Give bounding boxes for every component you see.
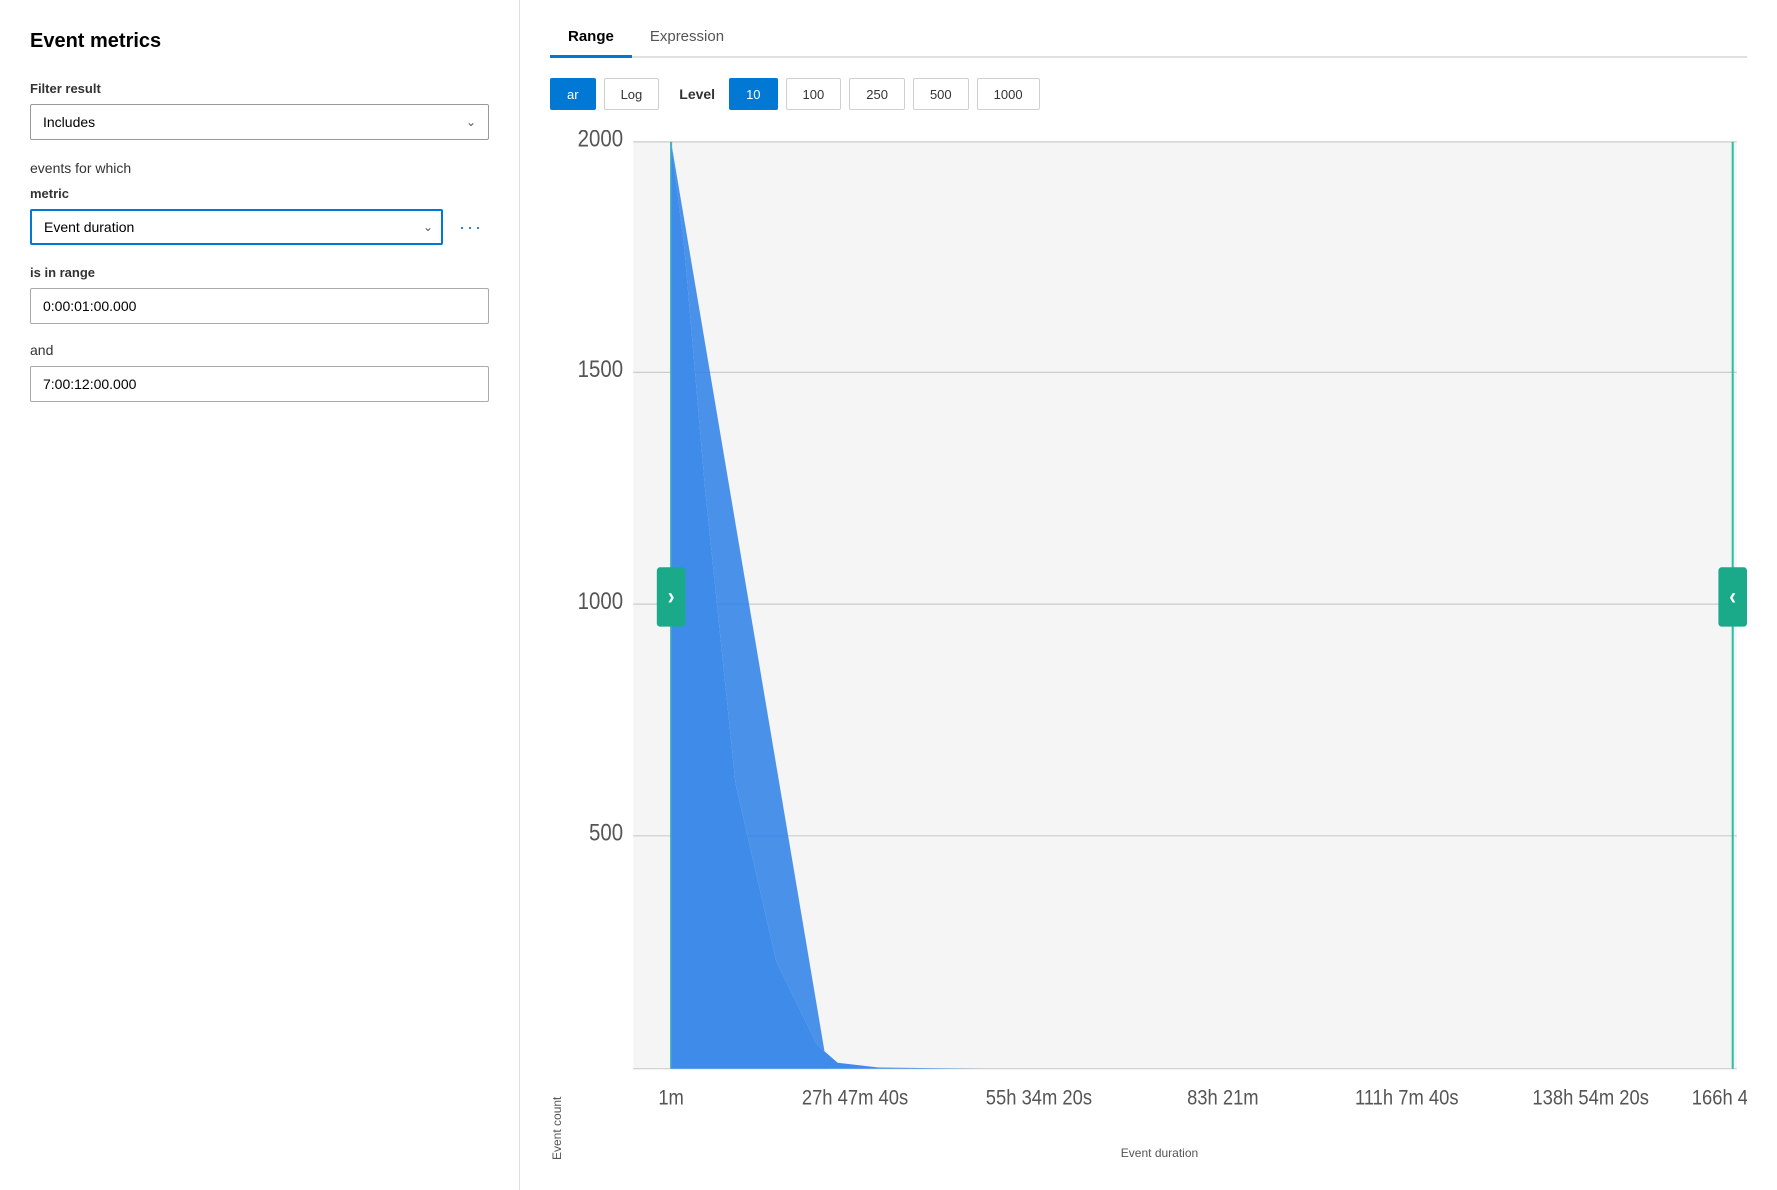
xtick-83h: 83h 21m xyxy=(1187,1086,1259,1110)
is-in-range-label: is in range xyxy=(30,265,489,280)
level-250-button[interactable]: 250 xyxy=(849,78,905,110)
left-panel: Event metrics Filter result Includes Exc… xyxy=(0,0,520,1190)
ytick-500: 500 xyxy=(589,819,623,846)
ytick-2000: 2000 xyxy=(578,130,623,152)
range-end-input[interactable] xyxy=(30,366,489,402)
level-10-button[interactable]: 10 xyxy=(729,78,777,110)
level-1000-button[interactable]: 1000 xyxy=(977,78,1040,110)
xtick-138h: 138h 54m 20s xyxy=(1532,1086,1649,1110)
scale-log-button[interactable]: Log xyxy=(604,78,660,110)
right-handle-icon: ‹ xyxy=(1729,583,1736,610)
xtick-27h: 27h 47m 40s xyxy=(802,1086,908,1110)
tabs-row: Range Expression xyxy=(550,20,1747,58)
level-500-button[interactable]: 500 xyxy=(913,78,969,110)
metric-select[interactable]: Event duration Event count Event latency xyxy=(30,209,443,245)
y-axis-label: Event count xyxy=(550,130,564,1160)
chart-svg: 2000 1500 1000 500 › xyxy=(572,130,1747,1140)
right-panel: Range Expression ar Log Level 10 100 250… xyxy=(520,0,1777,1190)
and-label: and xyxy=(30,342,489,358)
chart-toolbar: ar Log Level 10 100 250 500 1000 xyxy=(550,78,1747,110)
level-100-button[interactable]: 100 xyxy=(786,78,842,110)
range-start-input[interactable] xyxy=(30,288,489,324)
metric-dropdown-wrapper: Event duration Event count Event latency… xyxy=(30,209,443,245)
metric-label: metric xyxy=(30,186,489,201)
filter-result-dropdown[interactable]: Includes Excludes ⌄ xyxy=(30,104,489,140)
level-label: Level xyxy=(679,86,715,102)
xtick-166h: 166h 41m xyxy=(1692,1086,1747,1110)
metric-ellipsis-button[interactable]: ··· xyxy=(453,213,489,242)
xtick-1m: 1m xyxy=(658,1086,684,1110)
ytick-1000: 1000 xyxy=(578,587,623,614)
events-for-which-label: events for which xyxy=(30,160,489,176)
ytick-1500: 1500 xyxy=(578,356,623,383)
chart-container: Event count 2000 1500 1000 500 xyxy=(550,130,1747,1160)
filter-result-select[interactable]: Includes Excludes xyxy=(43,105,476,139)
panel-title: Event metrics xyxy=(30,30,489,53)
scale-linear-button[interactable]: ar xyxy=(550,78,596,110)
chart-inner: 2000 1500 1000 500 › xyxy=(572,130,1747,1160)
tab-range[interactable]: Range xyxy=(550,20,632,58)
chart-svg-wrapper: 2000 1500 1000 500 › xyxy=(572,130,1747,1140)
left-handle-icon: › xyxy=(668,583,675,610)
filter-result-dropdown-wrapper: Includes Excludes ⌄ xyxy=(30,104,489,140)
xtick-111h: 111h 7m 40s xyxy=(1355,1086,1459,1110)
xtick-55h: 55h 34m 20s xyxy=(986,1086,1092,1110)
metric-row: Event duration Event count Event latency… xyxy=(30,209,489,245)
filter-result-label: Filter result xyxy=(30,81,489,96)
x-axis-label: Event duration xyxy=(572,1146,1747,1160)
tab-expression[interactable]: Expression xyxy=(632,20,742,58)
